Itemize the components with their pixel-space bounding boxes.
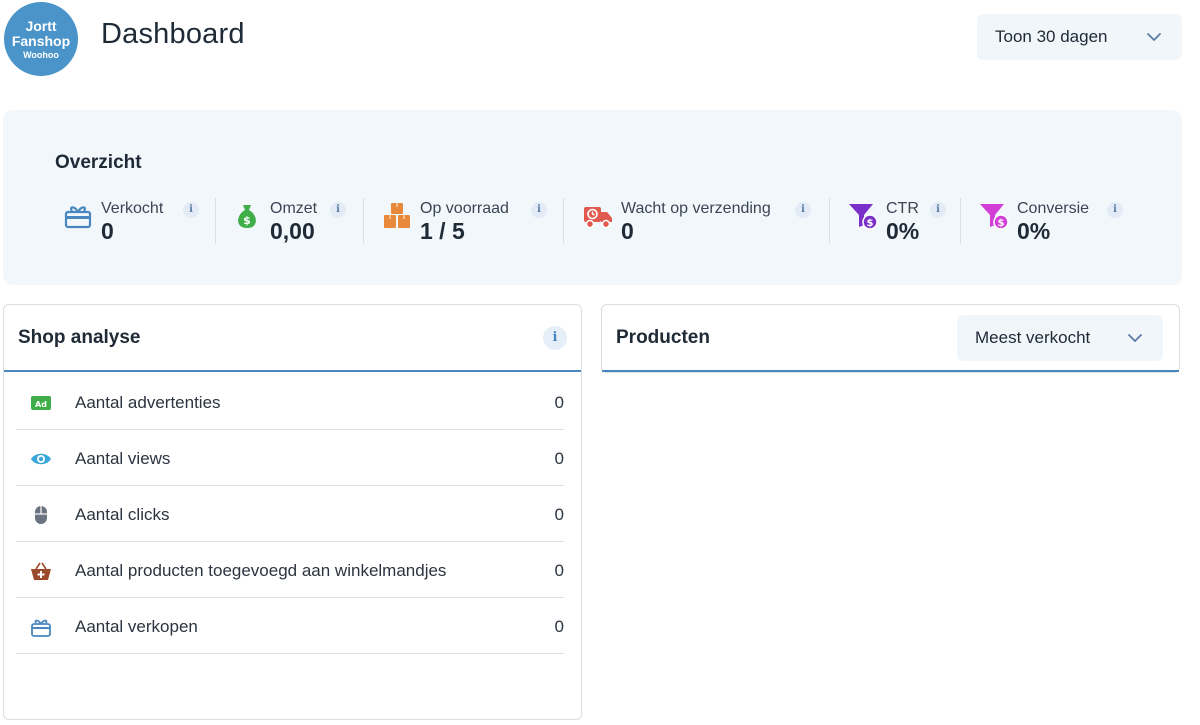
stat-divider [215, 198, 216, 244]
list-item: Aantal views 0 [16, 430, 564, 486]
stat-label: CTR [886, 200, 919, 217]
info-icon[interactable]: i [795, 202, 811, 218]
card-title: Shop analyse [18, 327, 141, 348]
info-icon[interactable]: i [183, 202, 199, 218]
stat-value: 0 [621, 218, 634, 244]
row-value: 0 [554, 393, 564, 412]
stat-ctr: $ CTR i 0% [848, 198, 948, 246]
stat-value: 0,00 [270, 218, 315, 244]
chevron-down-icon [1147, 33, 1161, 41]
stat-verkocht: Verkocht i 0 [63, 198, 213, 246]
info-icon[interactable]: i [330, 202, 346, 218]
date-range-select[interactable]: Toon 30 dagen [977, 14, 1182, 60]
row-label: Aantal producten toegevoegd aan winkelma… [75, 561, 447, 580]
date-range-label: Toon 30 dagen [995, 27, 1108, 46]
money-bag-icon: $ [238, 205, 256, 228]
mouse-icon [35, 506, 47, 524]
stat-divider [960, 198, 961, 244]
row-value: 0 [554, 617, 564, 636]
row-value: 0 [554, 561, 564, 580]
eye-icon [31, 453, 51, 465]
card-title: Producten [616, 327, 710, 348]
boxes-icon [384, 203, 410, 228]
list-item: Aantal clicks 0 [16, 486, 564, 542]
stat-divider [563, 198, 564, 244]
sort-select[interactable]: Meest verkocht [957, 315, 1163, 361]
producten-card: Producten Meest verkocht [601, 304, 1180, 373]
svg-text:$: $ [998, 218, 1005, 229]
row-value: 0 [554, 505, 564, 524]
row-value: 0 [554, 449, 564, 468]
sort-select-label: Meest verkocht [975, 328, 1091, 347]
ad-icon: Ad [31, 396, 51, 410]
card-header: Producten Meest verkocht [602, 305, 1179, 372]
row-label: Aantal verkopen [75, 617, 198, 636]
stat-conversie: $ Conversie i 0% [979, 198, 1129, 246]
overview-panel: Overzicht Verkocht i 0 $ Omzet i 0,00 Op… [3, 110, 1182, 285]
basket-plus-icon [31, 562, 51, 580]
shop-analyse-card: Shop analyse i Ad Aantal advertenties 0 … [3, 304, 582, 720]
stat-value: 1 / 5 [420, 218, 465, 244]
chevron-down-icon [1128, 334, 1142, 342]
stat-value: 0% [886, 218, 920, 244]
page-title: Dashboard [101, 18, 245, 50]
svg-text:$: $ [867, 218, 874, 229]
svg-text:Ad: Ad [35, 400, 47, 409]
gift-box-icon [31, 619, 51, 637]
svg-text:$: $ [243, 214, 251, 227]
stat-wacht-op-verzending: Wacht op verzending i 0 [583, 198, 823, 246]
stat-label: Conversie [1017, 200, 1090, 217]
stat-label: Wacht op verzending [621, 200, 771, 217]
funnel-dollar-icon: $ [980, 204, 1009, 230]
list-item: Aantal verkopen 0 [16, 598, 564, 654]
shop-logo: Jortt Fanshop Woohoo [4, 2, 78, 76]
overview-title: Overzicht [55, 152, 142, 173]
logo-line-1: Jortt [25, 17, 57, 34]
row-label: Aantal clicks [75, 505, 170, 524]
card-header: Shop analyse i [4, 305, 581, 372]
stat-omzet: $ Omzet i 0,00 [232, 198, 362, 246]
info-icon[interactable]: i [531, 202, 547, 218]
stat-label: Verkocht [101, 200, 164, 217]
list-item: Aantal producten toegevoegd aan winkelma… [16, 542, 564, 598]
stat-label: Op voorraad [420, 200, 509, 217]
delivery-truck-icon [584, 207, 612, 229]
gift-box-icon [64, 206, 92, 229]
info-icon[interactable]: i [543, 326, 567, 350]
row-label: Aantal advertenties [75, 393, 221, 412]
stat-op-voorraad: Op voorraad i 1 / 5 [382, 198, 552, 246]
stat-value: 0% [1017, 218, 1051, 244]
logo-line-3: Woohoo [23, 49, 59, 60]
list-item: Ad Aantal advertenties 0 [16, 374, 564, 430]
info-icon[interactable]: i [1107, 202, 1123, 218]
stat-divider [829, 198, 830, 244]
row-label: Aantal views [75, 449, 171, 468]
stat-label: Omzet [270, 200, 318, 217]
info-icon[interactable]: i [930, 202, 946, 218]
stat-value: 0 [101, 218, 114, 244]
stat-divider [363, 198, 364, 244]
logo-line-2: Fanshop [11, 32, 71, 49]
funnel-dollar-icon: $ [849, 204, 878, 230]
